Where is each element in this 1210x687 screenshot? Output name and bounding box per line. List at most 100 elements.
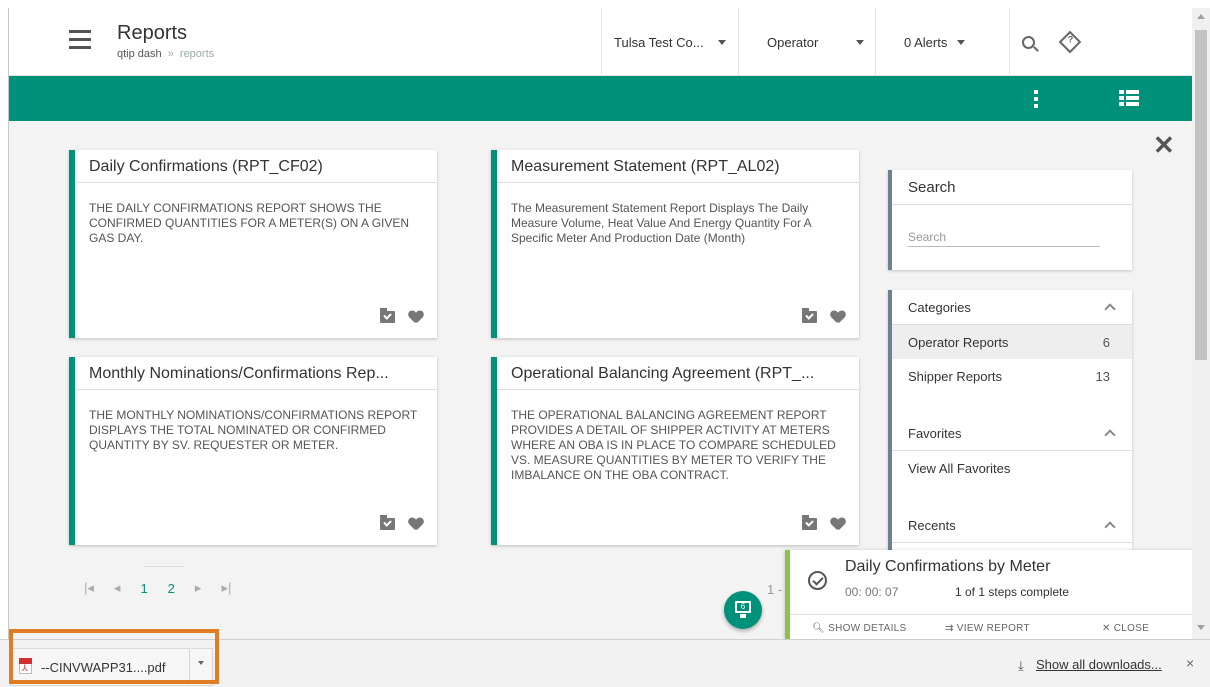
check-circle-icon — [808, 571, 827, 590]
show-details-label: SHOW DETAILS — [828, 623, 907, 634]
pagination: |◂ ◂ 1 2 ▸ ▸| — [84, 580, 251, 596]
divider — [144, 566, 184, 567]
report-card-operational-balancing[interactable]: Operational Balancing Agreement (RPT_...… — [491, 357, 859, 545]
categories-header[interactable]: Categories — [892, 290, 1132, 324]
toast-close-button[interactable]: ✕ CLOSE — [1102, 623, 1149, 634]
view-all-favorites-link[interactable]: View All Favorites — [892, 451, 1132, 485]
categories-title: Categories — [908, 300, 971, 315]
recents-header[interactable]: Recents — [892, 508, 1132, 542]
close-icon: ✕ — [1102, 623, 1111, 634]
report-card-monthly-nominations[interactable]: Monthly Nominations/Confirmations Rep...… — [69, 357, 437, 545]
toast-title: Daily Confirmations by Meter — [845, 558, 1051, 575]
report-card-daily-confirmations[interactable]: Daily Confirmations (RPT_CF02) THE DAILY… — [69, 150, 437, 338]
favorite-icon[interactable] — [831, 518, 845, 531]
report-card-actions — [802, 515, 845, 531]
report-card-title: Daily Confirmations (RPT_CF02) — [75, 150, 437, 183]
toast-elapsed-time: 00: 00: 07 — [845, 585, 899, 599]
page-title: Reports — [117, 22, 188, 44]
vertical-scrollbar[interactable] — [1192, 8, 1210, 639]
favorites-title: Favorites — [908, 426, 962, 441]
monitor-stand — [740, 614, 746, 618]
report-icon: ⇉ — [945, 623, 954, 634]
report-card-actions — [380, 308, 423, 324]
list-view-icon[interactable] — [1119, 90, 1139, 107]
report-card-actions — [802, 308, 845, 324]
last-page-button[interactable]: ▸| — [221, 580, 231, 596]
role-select[interactable]: Operator — [738, 8, 875, 76]
view-all-favorites-label: View All Favorites — [908, 461, 1011, 476]
role-select-label: Operator — [767, 34, 819, 50]
menu-icon[interactable] — [69, 30, 91, 50]
toast-steps-status: 1 of 1 steps complete — [955, 585, 1070, 599]
breadcrumb-home[interactable]: qtip dash — [117, 48, 162, 60]
toast-close-label: CLOSE — [1113, 623, 1150, 634]
alerts-dropdown[interactable]: 0 Alerts — [875, 8, 1009, 76]
report-card-description: The Measurement Statement Report Display… — [511, 201, 811, 245]
search-panel: Search — [888, 170, 1132, 270]
category-label: Shipper Reports — [908, 369, 1002, 384]
report-card-description: THE MONTHLY NOMINATIONS/CONFIRMATIONS RE… — [89, 408, 418, 452]
header-icon-group — [1009, 8, 1192, 76]
prev-page-button[interactable]: ◂ — [114, 580, 121, 596]
chevron-up-icon[interactable] — [1104, 521, 1116, 533]
chevron-up-icon[interactable] — [1104, 303, 1116, 315]
category-count: 13 — [1095, 369, 1110, 384]
divider — [892, 542, 1132, 543]
breadcrumb-separator: » — [167, 48, 174, 60]
page-2-button[interactable]: 2 — [168, 581, 175, 596]
chevron-down-icon — [856, 39, 865, 45]
report-card-title: Monthly Nominations/Confirmations Rep... — [75, 357, 437, 390]
job-monitor-button[interactable]: 6 — [724, 591, 762, 629]
view-report-button[interactable]: ⇉ VIEW REPORT — [945, 623, 1030, 634]
chevron-up-icon[interactable] — [1104, 429, 1116, 441]
download-icon: ⤓ — [1018, 658, 1024, 673]
report-card-actions — [380, 515, 423, 531]
chevron-down-icon — [957, 39, 966, 45]
favorite-icon[interactable] — [409, 518, 423, 531]
favorites-header[interactable]: Favorites — [892, 416, 1132, 450]
search-icon: 🔍︎ — [812, 623, 825, 634]
app-header: Reports qtip dash » reports Tulsa Test C… — [9, 8, 1192, 76]
close-icon[interactable]: ✕ — [1153, 132, 1175, 158]
first-page-button[interactable]: |◂ — [84, 580, 94, 596]
chevron-down-icon — [717, 39, 726, 45]
alerts-label: 0 Alerts — [904, 34, 948, 50]
next-page-button[interactable]: ▸ — [195, 580, 202, 596]
search-icon[interactable] — [1022, 36, 1035, 49]
favorite-icon[interactable] — [409, 311, 423, 324]
category-item-operator-reports[interactable]: Operator Reports 6 — [892, 325, 1132, 359]
search-input[interactable] — [908, 228, 1100, 247]
breadcrumb: qtip dash » reports — [117, 48, 214, 60]
toast-actions: 🔍︎ SHOW DETAILS ⇉ VIEW REPORT ✕ CLOSE — [790, 614, 1192, 639]
download-bar-close-button[interactable]: × — [1186, 655, 1194, 671]
scroll-up-arrow[interactable] — [1197, 14, 1205, 19]
scroll-thumb[interactable] — [1195, 30, 1207, 360]
report-card-description: THE DAILY CONFIRMATIONS REPORT SHOWS THE… — [89, 201, 410, 245]
favorite-icon[interactable] — [831, 311, 845, 324]
company-select-label: Tulsa Test Co... — [614, 34, 704, 50]
view-report-label: VIEW REPORT — [956, 623, 1030, 634]
category-count: 6 — [1102, 335, 1110, 350]
report-card-title: Operational Balancing Agreement (RPT_... — [497, 357, 859, 390]
download-item-highlight — [9, 629, 219, 684]
recents-title: Recents — [908, 518, 956, 533]
breadcrumb-reports: reports — [179, 48, 215, 60]
search-panel-title: Search — [892, 170, 1132, 205]
help-icon[interactable] — [1058, 30, 1082, 54]
show-all-downloads-link[interactable]: Show all downloads... — [1036, 657, 1162, 672]
category-item-shipper-reports[interactable]: Shipper Reports 13 — [892, 359, 1132, 393]
folder-icon[interactable] — [380, 308, 395, 323]
job-status-toast: Daily Confirmations by Meter 00: 00: 07 … — [785, 550, 1192, 639]
folder-icon[interactable] — [380, 515, 395, 530]
more-options-icon[interactable] — [1034, 90, 1038, 108]
page-1-button[interactable]: 1 — [140, 581, 147, 596]
toolbar — [9, 76, 1192, 121]
scroll-down-arrow[interactable] — [1197, 625, 1205, 630]
company-select[interactable]: Tulsa Test Co... — [601, 8, 738, 76]
show-details-button[interactable]: 🔍︎ SHOW DETAILS — [812, 623, 907, 634]
report-card-description: THE OPERATIONAL BALANCING AGREEMENT REPO… — [511, 408, 836, 482]
job-count-badge: 6 — [740, 602, 746, 611]
report-card-measurement-statement[interactable]: Measurement Statement (RPT_AL02) The Mea… — [491, 150, 859, 338]
folder-icon[interactable] — [802, 308, 817, 323]
folder-icon[interactable] — [802, 515, 817, 530]
